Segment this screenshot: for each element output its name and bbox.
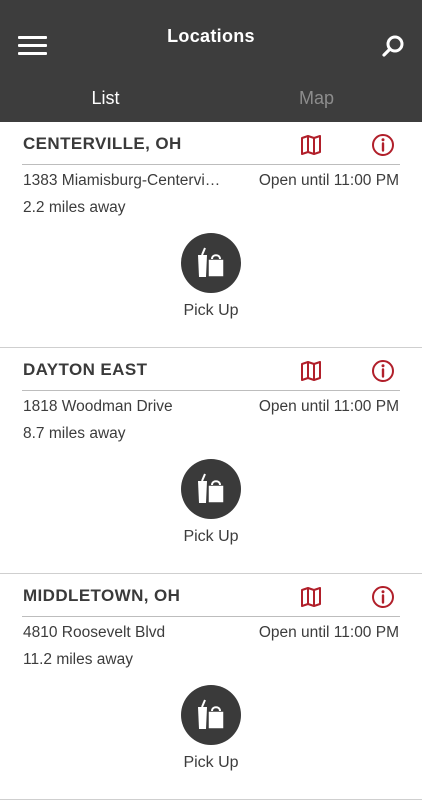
page-title: Locations (167, 25, 255, 46)
location-address: 1383 Miamisburg-Centerville Rd (23, 172, 223, 189)
map-icon[interactable] (300, 134, 322, 156)
hamburger-menu-icon[interactable] (18, 36, 47, 56)
pickup-label: Pick Up (183, 302, 239, 319)
tab-map[interactable]: Map (211, 74, 422, 122)
tab-list[interactable]: List (0, 74, 211, 122)
location-name: MIDDLETOWN, OH (23, 586, 181, 605)
address-row: 4810 Roosevelt Blvd Open until 11:00 PM (23, 624, 399, 642)
location-item-middletown[interactable]: MIDDLETOWN, OH 4810 Roosevelt Blvd Open … (0, 574, 422, 800)
pickup-bag-icon (198, 473, 225, 504)
pickup-button[interactable] (181, 459, 241, 519)
address-row: 1383 Miamisburg-Centerville Rd Open unti… (23, 172, 399, 190)
location-distance: 2.2 miles away (23, 199, 126, 216)
map-icon[interactable] (300, 586, 322, 608)
location-address: 1818 Woodman Drive (23, 398, 173, 415)
location-hours: Open until 11:00 PM (258, 172, 399, 189)
location-distance: 8.7 miles away (23, 425, 126, 442)
location-header: MIDDLETOWN, OH (22, 574, 400, 617)
location-hours: Open until 11:00 PM (258, 398, 399, 415)
location-address: 4810 Roosevelt Blvd (23, 624, 166, 641)
app-header: Locations List Map (0, 0, 422, 122)
location-list: CENTERVILLE, OH 1383 Miamisburg-Centervi… (0, 122, 422, 800)
location-item-centerville[interactable]: CENTERVILLE, OH 1383 Miamisburg-Centervi… (0, 122, 422, 348)
top-bar: Locations (0, 0, 422, 74)
pickup-bag-icon (198, 247, 225, 278)
pickup-button[interactable] (181, 685, 241, 745)
location-header: DAYTON EAST (22, 348, 400, 391)
view-tabs: List Map (0, 74, 422, 122)
info-icon[interactable] (371, 133, 395, 157)
pickup-label: Pick Up (183, 754, 239, 771)
location-name: CENTERVILLE, OH (23, 134, 182, 153)
info-icon[interactable] (371, 585, 395, 609)
location-distance: 11.2 miles away (23, 651, 133, 668)
pickup-button[interactable] (181, 233, 241, 293)
location-item-dayton-east[interactable]: DAYTON EAST 1818 Woodman Drive Open unti… (0, 348, 422, 574)
location-header: CENTERVILLE, OH (22, 122, 400, 165)
info-icon[interactable] (371, 359, 395, 383)
pickup-label: Pick Up (183, 528, 239, 545)
search-icon[interactable] (381, 34, 405, 58)
location-name: DAYTON EAST (23, 360, 148, 379)
pickup-bag-icon (198, 699, 225, 730)
map-icon[interactable] (300, 360, 322, 382)
address-row: 1818 Woodman Drive Open until 11:00 PM (23, 398, 399, 416)
location-hours: Open until 11:00 PM (258, 624, 399, 641)
